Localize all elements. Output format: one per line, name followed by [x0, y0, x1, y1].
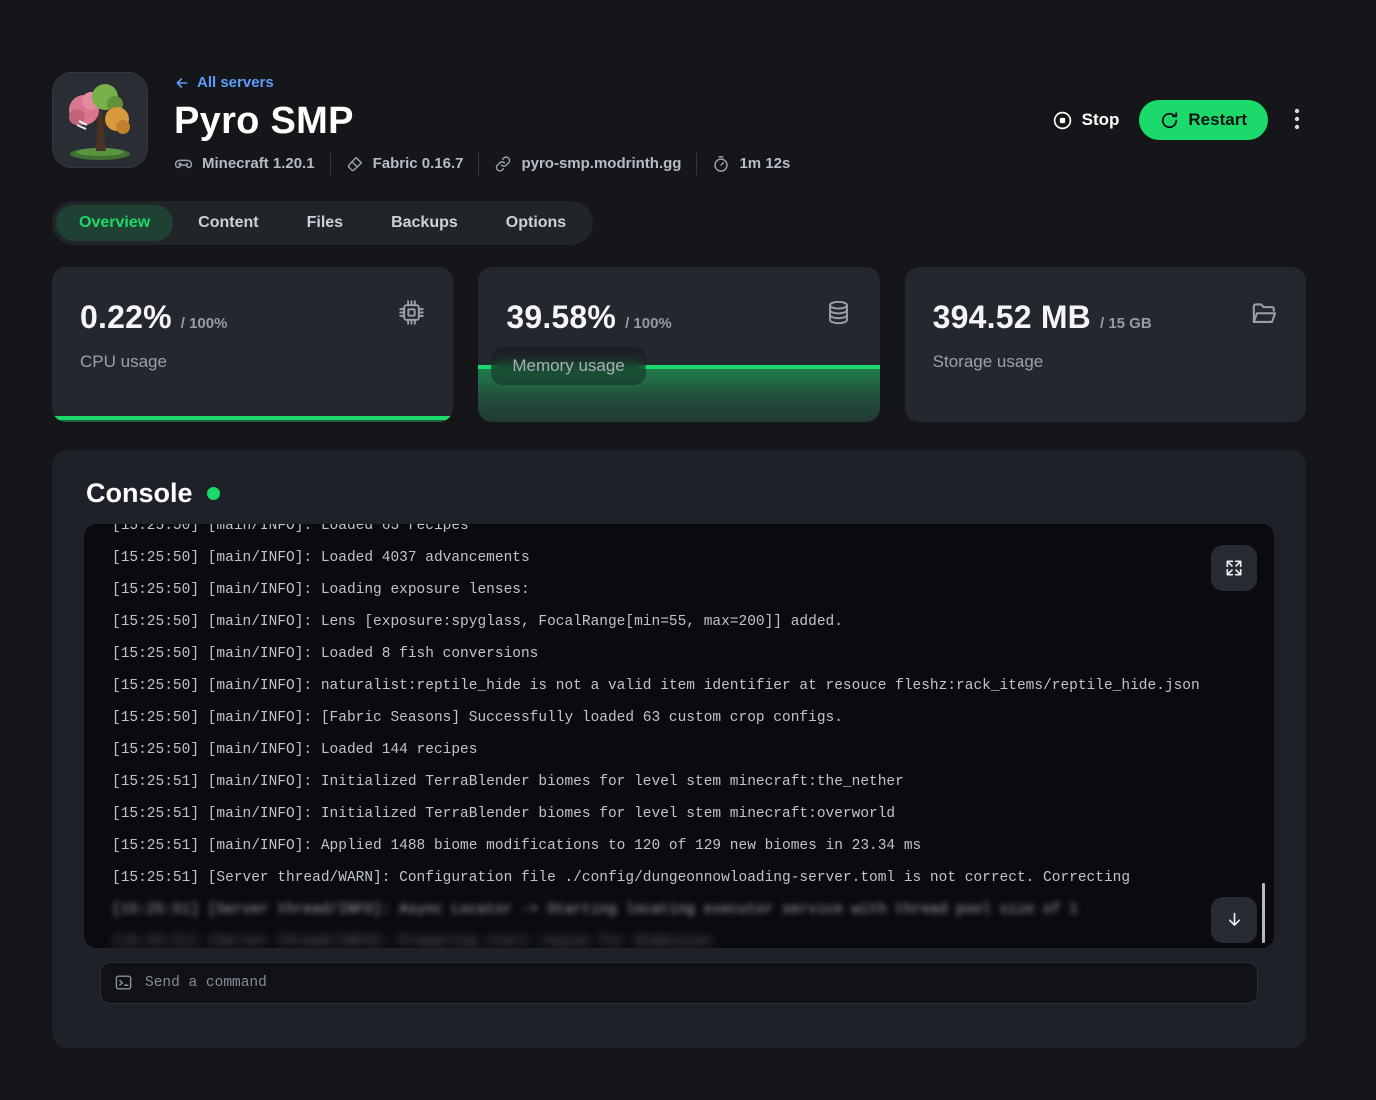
- log-line: [15:25:50] [main/INFO]: Loaded 65 recipe…: [112, 524, 1274, 542]
- server-meta-row: Minecraft 1.20.1 Fabric 0.16.7 pyro-smp.…: [174, 153, 790, 175]
- storage-usage-max: / 15 GB: [1100, 315, 1152, 332]
- meta-server-address-label: pyro-smp.modrinth.gg: [521, 155, 681, 172]
- meta-server-address[interactable]: pyro-smp.modrinth.gg: [494, 155, 681, 173]
- storage-usage-card: 394.52 MB / 15 GB Storage usage: [905, 267, 1306, 422]
- log-line: [15:25:50] [main/INFO]: Loaded 4037 adva…: [112, 542, 1274, 574]
- expand-console-button[interactable]: [1211, 545, 1257, 591]
- link-icon: [494, 155, 512, 173]
- log-line: [15:25:51] [main/INFO]: Initialized Terr…: [112, 798, 1274, 830]
- log-line: [15:25:50] [main/INFO]: naturalist:repti…: [112, 670, 1274, 702]
- log-line: [15:25:50] [main/INFO]: Loaded 144 recip…: [112, 734, 1274, 766]
- cpu-usage-graph-fill: [52, 416, 453, 422]
- tab-files[interactable]: Files: [284, 205, 366, 241]
- page: All servers Pyro SMP Minecraft 1.20.1 Fa…: [52, 72, 1306, 1048]
- server-running-status-dot: [207, 487, 220, 500]
- storage-usage-value: 394.52 MB: [933, 299, 1091, 336]
- scroll-to-bottom-button[interactable]: [1211, 897, 1257, 943]
- seasonal-tree-image: [53, 73, 147, 167]
- memory-usage-card: 39.58% / 100% Memory usage: [478, 267, 879, 422]
- server-head-info: All servers Pyro SMP Minecraft 1.20.1 Fa…: [174, 72, 790, 175]
- storage-usage-label: Storage usage: [933, 352, 1278, 372]
- arrow-left-icon: [174, 75, 190, 91]
- server-title: Pyro SMP: [174, 100, 790, 143]
- command-input-container: [100, 962, 1258, 1004]
- meta-game-version-label: Minecraft 1.20.1: [202, 155, 315, 172]
- cpu-usage-card: 0.22% / 100% CPU usage: [52, 267, 453, 422]
- server-actions: Stop Restart: [1052, 100, 1306, 140]
- timer-icon: [712, 155, 730, 173]
- server-avatar: [52, 72, 148, 168]
- log-line: [15:25:50] [main/INFO]: Loaded 8 fish co…: [112, 638, 1274, 670]
- tab-bar: Overview Content Files Backups Options: [52, 201, 593, 245]
- meta-separator: [478, 153, 479, 175]
- meta-separator: [696, 153, 697, 175]
- cpu-usage-label: CPU usage: [80, 352, 425, 372]
- cpu-icon: [398, 299, 425, 331]
- console-panel: Console [15:25:50] [main/INFO]: Loaded 6…: [52, 450, 1306, 1048]
- restart-button[interactable]: Restart: [1139, 100, 1268, 140]
- stat-cards: 0.22% / 100% CPU usage 39.58% / 100% Mem…: [52, 267, 1306, 422]
- log-line: [15:25:51] [main/INFO]: Initialized Terr…: [112, 766, 1274, 798]
- all-servers-link[interactable]: All servers: [174, 74, 274, 91]
- cpu-usage-max: / 100%: [181, 315, 228, 332]
- log-line: [15:25:51] [Server thread/WARN]: Configu…: [112, 862, 1274, 894]
- tab-backups[interactable]: Backups: [368, 205, 481, 241]
- stop-button-label: Stop: [1082, 110, 1120, 130]
- meta-separator: [330, 153, 331, 175]
- log-line: [15:25:51] [main/INFO]: Applied 1488 bio…: [112, 830, 1274, 862]
- console-log-lines: [15:25:50] [main/INFO]: Loaded 65 recipe…: [112, 524, 1274, 948]
- tab-overview[interactable]: Overview: [56, 205, 173, 241]
- log-line: [15:25:50] [main/INFO]: [Fabric Seasons]…: [112, 702, 1274, 734]
- loader-icon: [346, 155, 364, 173]
- meta-loader: Fabric 0.16.7: [346, 155, 464, 173]
- command-input[interactable]: [145, 975, 1244, 991]
- stop-button[interactable]: Stop: [1052, 110, 1120, 131]
- database-icon: [825, 299, 852, 331]
- log-line-incoming: [15:25:51] [Server thread/INFO]: Prepari…: [112, 926, 1274, 948]
- meta-game-version: Minecraft 1.20.1: [174, 154, 315, 173]
- arrow-down-icon: [1225, 910, 1244, 929]
- console-scrollbar-thumb[interactable]: [1262, 883, 1265, 943]
- memory-usage-value: 39.58%: [506, 299, 616, 336]
- memory-usage-label: Memory usage: [491, 347, 645, 385]
- kebab-menu-icon: [1294, 107, 1300, 131]
- expand-icon: [1224, 558, 1244, 578]
- log-line-incoming: [15:25:51] [Server thread/INFO]: Async L…: [112, 894, 1274, 926]
- tab-options[interactable]: Options: [483, 205, 589, 241]
- log-line: [15:25:50] [main/INFO]: Lens [exposure:s…: [112, 606, 1274, 638]
- memory-usage-max: / 100%: [625, 315, 672, 332]
- restart-icon: [1160, 111, 1179, 130]
- terminal-icon: [114, 973, 133, 992]
- console-log-viewport[interactable]: [15:25:50] [main/INFO]: Loaded 65 recipe…: [84, 524, 1274, 948]
- log-line: [15:25:50] [main/INFO]: Loading exposure…: [112, 574, 1274, 606]
- more-options-button[interactable]: [1288, 103, 1306, 138]
- cpu-usage-value: 0.22%: [80, 299, 172, 336]
- all-servers-label: All servers: [197, 74, 274, 91]
- meta-uptime: 1m 12s: [712, 155, 790, 173]
- folder-open-icon: [1249, 299, 1278, 333]
- gamepad-icon: [174, 154, 193, 173]
- stop-icon: [1052, 110, 1073, 131]
- tab-content[interactable]: Content: [175, 205, 281, 241]
- meta-uptime-label: 1m 12s: [739, 155, 790, 172]
- console-title: Console: [86, 478, 193, 509]
- server-header: All servers Pyro SMP Minecraft 1.20.1 Fa…: [52, 72, 1306, 175]
- restart-button-label: Restart: [1188, 110, 1247, 130]
- meta-loader-label: Fabric 0.16.7: [373, 155, 464, 172]
